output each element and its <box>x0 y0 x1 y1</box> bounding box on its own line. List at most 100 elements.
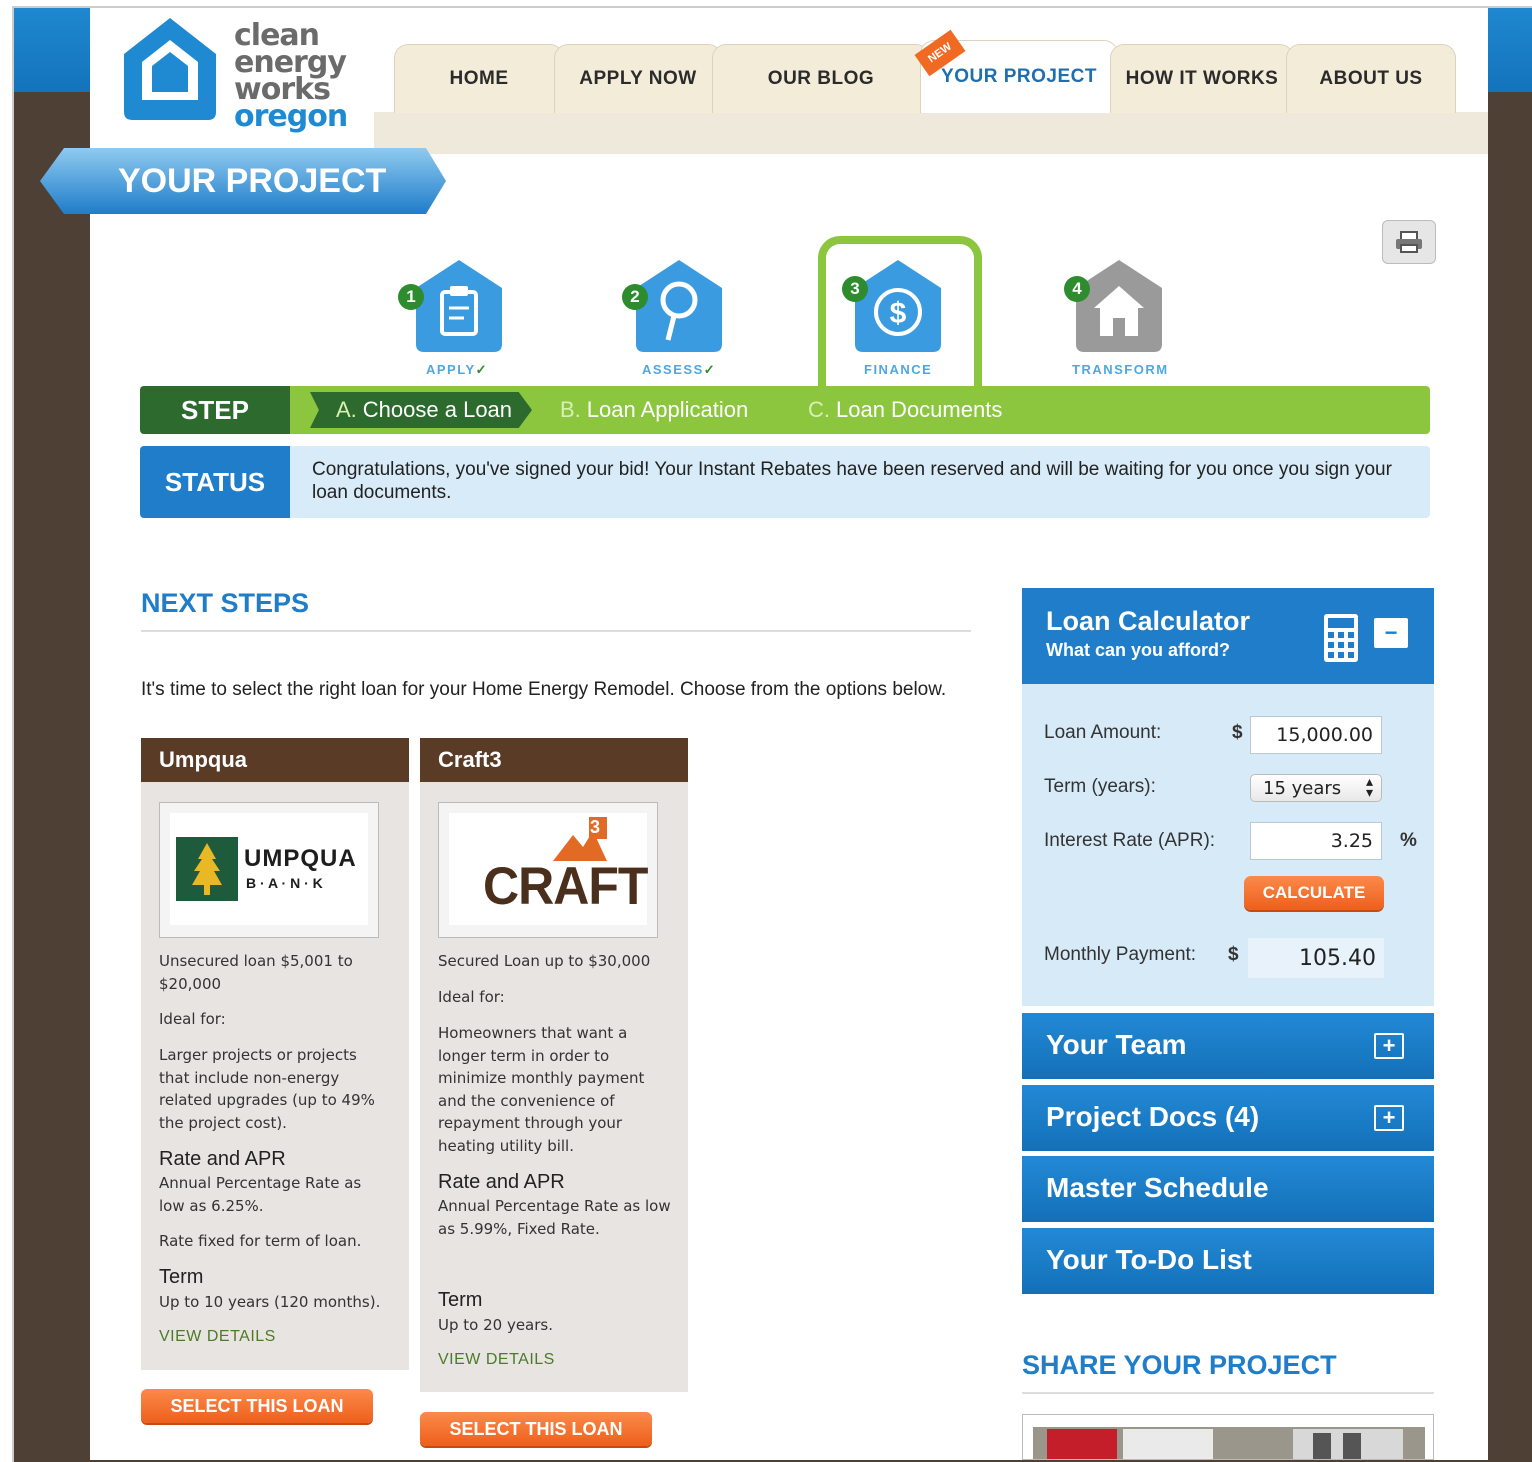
ideal-for-text: Homeowners that want a longer term in or… <box>438 1024 645 1155</box>
ideal-for-label: Ideal for: <box>438 988 505 1006</box>
step-label-finance: FINANCE <box>864 362 933 377</box>
expand-icon[interactable]: + <box>1374 1105 1404 1131</box>
panel-to-do-list[interactable]: Your To-Do List <box>1022 1228 1434 1294</box>
craft3-logo: 3 CRAFT <box>449 813 648 925</box>
panel-label: Master Schedule <box>1046 1172 1269 1203</box>
step-choose-loan[interactable]: A. Choose a Loan <box>336 392 512 428</box>
term-text: Up to 20 years. <box>438 1316 553 1334</box>
umpqua-logo-text: UMPQUA <box>244 845 357 872</box>
progress-step-assess[interactable]: 2 ASSESS✓ <box>622 256 734 377</box>
step-text-c: Loan Documents <box>836 397 1003 422</box>
monthly-payment-value: 105.40 <box>1248 938 1384 978</box>
term-heading: Term <box>438 1289 483 1311</box>
print-button[interactable] <box>1382 220 1436 264</box>
step-loan-documents[interactable]: C. Loan Documents <box>808 392 1002 428</box>
panel-label: Your Team <box>1046 1029 1187 1060</box>
step-loan-application[interactable]: B. Loan Application <box>560 392 748 428</box>
step-label-apply: APPLY✓ <box>426 362 489 377</box>
progress-step-apply[interactable]: 1 APPLY✓ <box>398 256 514 377</box>
loan-summary: Unsecured loan $5,001 to $20,000 <box>159 952 353 993</box>
interest-rate-label: Interest Rate (APR): <box>1044 830 1216 851</box>
step-label-transform: TRANSFORM <box>1072 362 1169 377</box>
step-bar-label: STEP <box>140 386 290 434</box>
house-photo-image <box>1033 1427 1425 1459</box>
select-arrows-icon: ▴ ▾ <box>1365 774 1373 801</box>
step-letter-b: B. <box>560 397 581 422</box>
progress-step-transform[interactable]: 4 TRANSFORM <box>1064 256 1174 377</box>
calculate-button[interactable]: CALCULATE <box>1244 876 1384 910</box>
dollar-icon: $ <box>855 260 941 352</box>
loan-calculator: Loan Calculator What can you afford? − L… <box>1022 588 1434 1006</box>
loan-amount-input[interactable]: 15,000.00 <box>1250 716 1382 754</box>
next-steps-heading: NEXT STEPS <box>141 588 310 618</box>
panel-master-schedule[interactable]: Master Schedule <box>1022 1156 1434 1222</box>
progress-step-finance[interactable]: $ 3 FINANCE <box>842 256 956 377</box>
step-letter-c: C. <box>808 397 830 422</box>
loan-card-title: Umpqua <box>141 738 409 782</box>
loan-card-craft3: Craft3 3 CRAFT Secured Loan up to $30,00… <box>420 738 688 1392</box>
house-icon <box>1076 260 1162 352</box>
project-photo[interactable] <box>1022 1414 1434 1460</box>
site-logo[interactable]: clean energy works oregon <box>90 8 374 148</box>
divider <box>1022 1392 1434 1394</box>
umpqua-logo-sub: B · A · N · K <box>246 875 323 891</box>
step-number-4: 4 <box>1064 276 1090 302</box>
percent-symbol: % <box>1400 830 1417 851</box>
step-label-assess: ASSESS✓ <box>642 362 717 377</box>
craft3-logo-sup: 3 <box>590 817 601 837</box>
term-text: Up to 10 years (120 months). <box>159 1293 381 1311</box>
term-select-value: 15 years <box>1263 777 1342 799</box>
step-text-b: Loan Application <box>586 397 749 422</box>
view-details-link[interactable]: VIEW DETAILS <box>159 1328 276 1346</box>
tree-logo-icon <box>176 837 238 901</box>
step-number-2: 2 <box>622 284 648 310</box>
craft3-logo-frame: 3 CRAFT <box>438 802 658 938</box>
rate-text: Annual Percentage Rate as low as 5.99%, … <box>438 1197 671 1238</box>
nav-tab-apply-now[interactable]: APPLY NOW <box>554 44 722 113</box>
rate-heading: Rate and APR <box>438 1171 565 1193</box>
term-label: Term (years): <box>1044 776 1156 797</box>
loan-amount-label: Loan Amount: <box>1044 722 1162 743</box>
panel-project-docs[interactable]: Project Docs (4) + <box>1022 1085 1434 1151</box>
view-details-link[interactable]: VIEW DETAILS <box>438 1351 555 1369</box>
nav-tab-strip <box>374 112 1488 154</box>
svg-text:$: $ <box>890 297 907 330</box>
logo-line-oregon: oregon <box>234 99 348 134</box>
panel-your-team[interactable]: Your Team + <box>1022 1013 1434 1079</box>
nav-tab-home[interactable]: HOME <box>394 44 564 113</box>
nav-tab-about-us[interactable]: ABOUT US <box>1286 44 1456 113</box>
loan-card-umpqua: Umpqua UMPQUA B · A · N · K Unsecured lo… <box>141 738 409 1370</box>
currency-symbol: $ <box>1228 944 1239 965</box>
share-project-heading: SHARE YOUR PROJECT <box>1022 1350 1337 1380</box>
expand-icon[interactable]: + <box>1374 1033 1404 1059</box>
panel-label: Project Docs (4) <box>1046 1101 1260 1132</box>
select-loan-button-craft3[interactable]: SELECT THIS LOAN <box>420 1412 652 1446</box>
ideal-for-label: Ideal for: <box>159 1010 226 1028</box>
divider <box>141 630 971 632</box>
clipboard-icon <box>416 260 502 352</box>
collapse-button[interactable]: − <box>1374 618 1408 648</box>
printer-icon <box>1396 231 1422 253</box>
loan-card-title: Craft3 <box>420 738 688 782</box>
term-select[interactable]: 15 years ▴ ▾ <box>1250 774 1382 802</box>
step-letter-a: A. <box>336 397 357 422</box>
nav-tab-how-it-works[interactable]: HOW IT WORKS <box>1110 44 1294 113</box>
calculator-header: Loan Calculator What can you afford? − <box>1022 588 1434 684</box>
loan-summary: Secured Loan up to $30,000 <box>438 952 651 970</box>
umpqua-bank-logo: UMPQUA B · A · N · K <box>170 813 368 925</box>
rate-heading: Rate and APR <box>159 1148 286 1170</box>
step-number-3: 3 <box>842 276 868 302</box>
page-title: YOUR PROJECT <box>118 162 387 200</box>
next-steps-intro: It's time to select the right loan for y… <box>141 679 947 700</box>
house-logo-icon <box>124 18 216 120</box>
term-heading: Term <box>159 1266 204 1288</box>
monthly-payment-label: Monthly Payment: <box>1044 944 1197 965</box>
status-label: STATUS <box>140 446 290 518</box>
nav-tab-our-blog[interactable]: OUR BLOG <box>712 44 930 113</box>
select-loan-button-umpqua[interactable]: SELECT THIS LOAN <box>141 1389 373 1423</box>
calculator-title: Loan Calculator <box>1046 606 1251 636</box>
rate-text: Annual Percentage Rate as low as 6.25%. <box>159 1174 362 1215</box>
interest-rate-input[interactable]: 3.25 <box>1250 822 1382 860</box>
umpqua-logo-frame: UMPQUA B · A · N · K <box>159 802 379 938</box>
step-number-1: 1 <box>398 284 424 310</box>
